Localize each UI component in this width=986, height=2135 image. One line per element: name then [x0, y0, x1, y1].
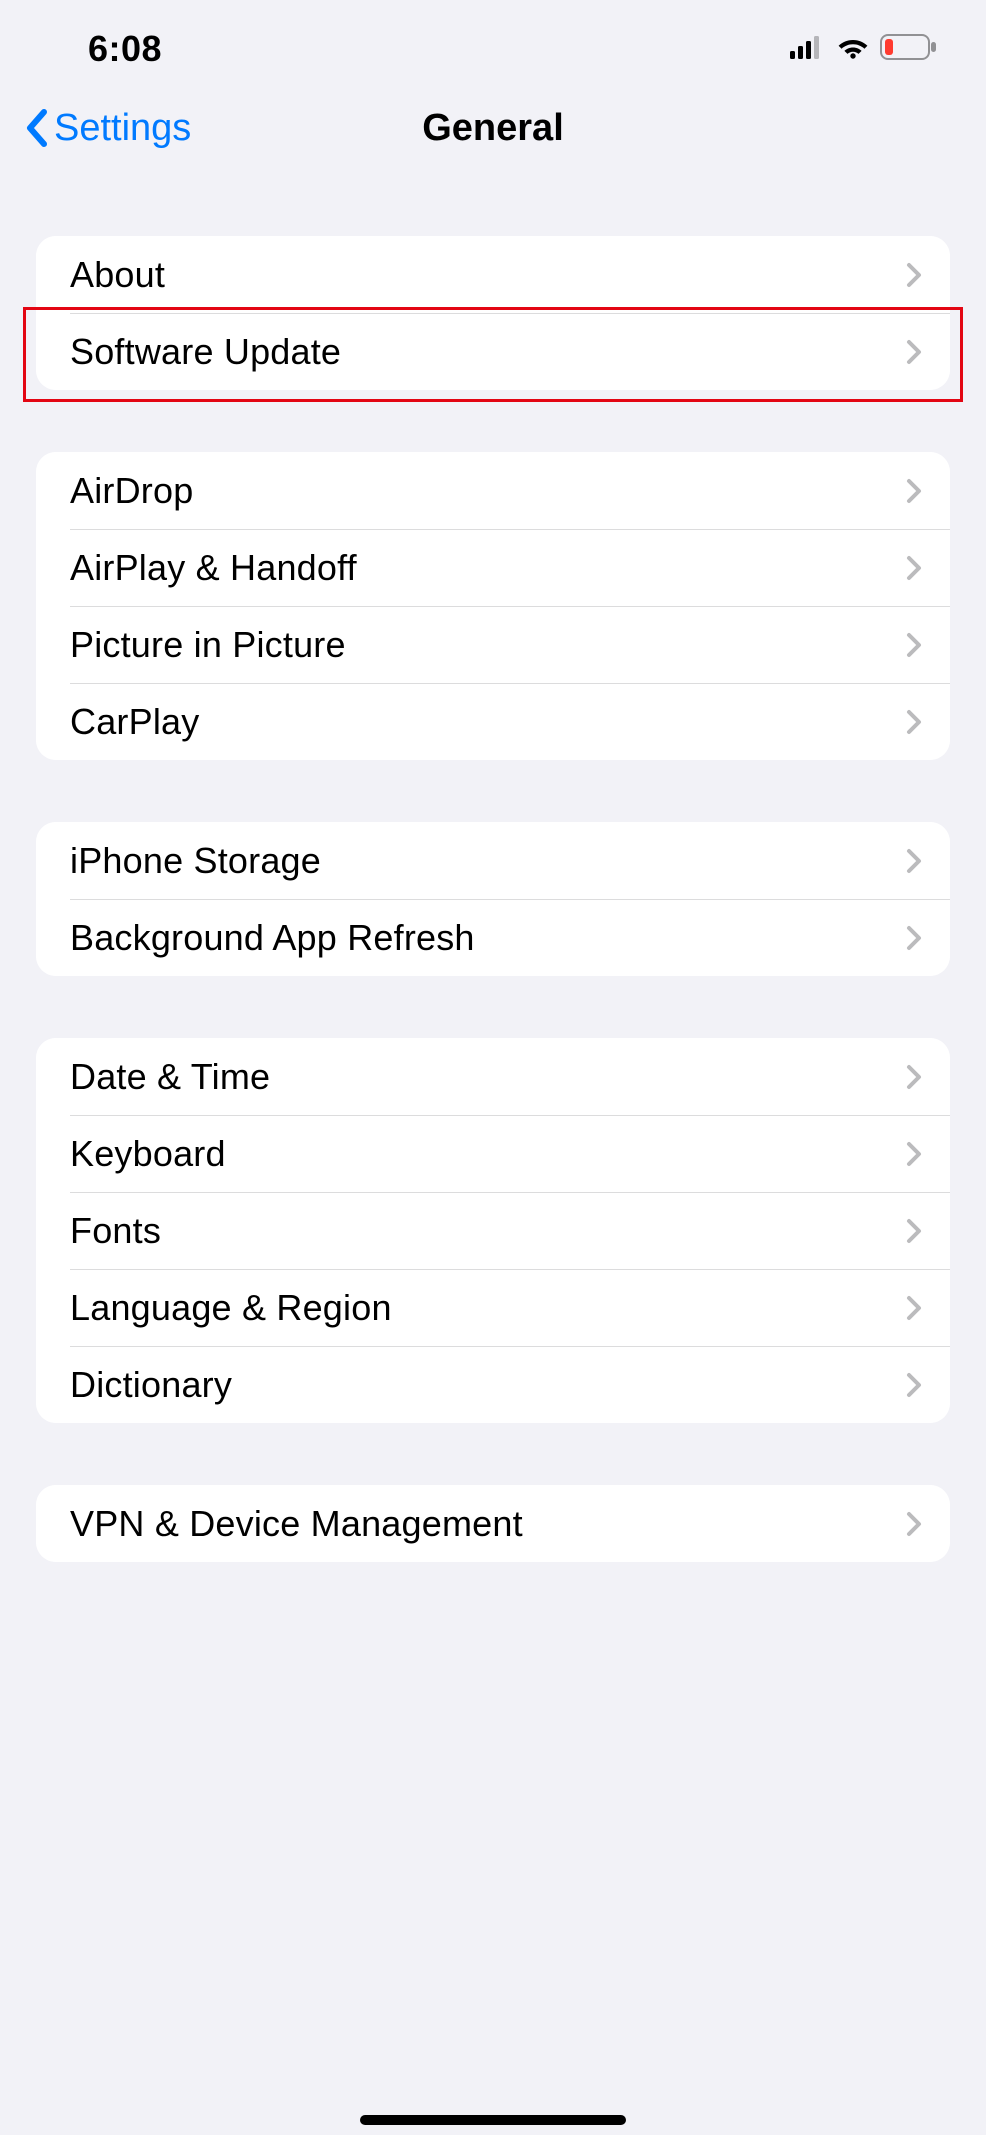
- chevron-right-icon: [906, 339, 922, 365]
- chevron-right-icon: [906, 1511, 922, 1537]
- row-about[interactable]: About: [36, 236, 950, 313]
- nav-bar: Settings General: [0, 80, 986, 176]
- group-0: About Software Update: [36, 236, 950, 390]
- back-label: Settings: [54, 107, 191, 150]
- row-airplay-handoff[interactable]: AirPlay & Handoff: [36, 529, 950, 606]
- chevron-right-icon: [906, 1141, 922, 1167]
- group-1: AirDrop AirPlay & Handoff Picture in Pic…: [36, 452, 950, 760]
- status-bar: 6:08: [0, 0, 986, 80]
- row-label: Keyboard: [70, 1133, 226, 1175]
- cellular-icon: [790, 35, 826, 64]
- row-label: Background App Refresh: [70, 917, 475, 959]
- row-keyboard[interactable]: Keyboard: [36, 1115, 950, 1192]
- chevron-right-icon: [906, 925, 922, 951]
- row-iphone-storage[interactable]: iPhone Storage: [36, 822, 950, 899]
- row-picture-in-picture[interactable]: Picture in Picture: [36, 606, 950, 683]
- row-airdrop[interactable]: AirDrop: [36, 452, 950, 529]
- row-date-time[interactable]: Date & Time: [36, 1038, 950, 1115]
- row-fonts[interactable]: Fonts: [36, 1192, 950, 1269]
- row-label: Picture in Picture: [70, 624, 346, 666]
- chevron-right-icon: [906, 1295, 922, 1321]
- group-4: VPN & Device Management: [36, 1485, 950, 1562]
- chevron-right-icon: [906, 632, 922, 658]
- wifi-icon: [836, 35, 870, 64]
- group-3: Date & Time Keyboard Fonts Language & Re…: [36, 1038, 950, 1423]
- row-language-region[interactable]: Language & Region: [36, 1269, 950, 1346]
- home-indicator: [360, 2115, 626, 2125]
- row-label: AirDrop: [70, 470, 193, 512]
- row-label: iPhone Storage: [70, 840, 321, 882]
- row-carplay[interactable]: CarPlay: [36, 683, 950, 760]
- status-indicators: [790, 34, 938, 65]
- row-label: About: [70, 254, 165, 296]
- back-button[interactable]: Settings: [24, 107, 191, 150]
- chevron-right-icon: [906, 1218, 922, 1244]
- group-2: iPhone Storage Background App Refresh: [36, 822, 950, 976]
- chevron-right-icon: [906, 709, 922, 735]
- chevron-right-icon: [906, 555, 922, 581]
- row-label: Date & Time: [70, 1056, 270, 1098]
- chevron-right-icon: [906, 1372, 922, 1398]
- row-software-update[interactable]: Software Update: [36, 313, 950, 390]
- row-label: Dictionary: [70, 1364, 232, 1406]
- chevron-right-icon: [906, 848, 922, 874]
- status-time: 6:08: [88, 28, 162, 70]
- row-label: Fonts: [70, 1210, 161, 1252]
- row-label: CarPlay: [70, 701, 199, 743]
- chevron-right-icon: [906, 1064, 922, 1090]
- row-label: AirPlay & Handoff: [70, 547, 357, 589]
- chevron-right-icon: [906, 478, 922, 504]
- row-background-app-refresh[interactable]: Background App Refresh: [36, 899, 950, 976]
- row-dictionary[interactable]: Dictionary: [36, 1346, 950, 1423]
- row-label: Language & Region: [70, 1287, 392, 1329]
- battery-low-icon: [880, 34, 938, 65]
- chevron-left-icon: [24, 108, 50, 148]
- row-label: VPN & Device Management: [70, 1503, 523, 1545]
- settings-content: About Software Update AirDrop AirPlay & …: [0, 176, 986, 1562]
- row-label: Software Update: [70, 331, 341, 373]
- chevron-right-icon: [906, 262, 922, 288]
- row-vpn-device-management[interactable]: VPN & Device Management: [36, 1485, 950, 1562]
